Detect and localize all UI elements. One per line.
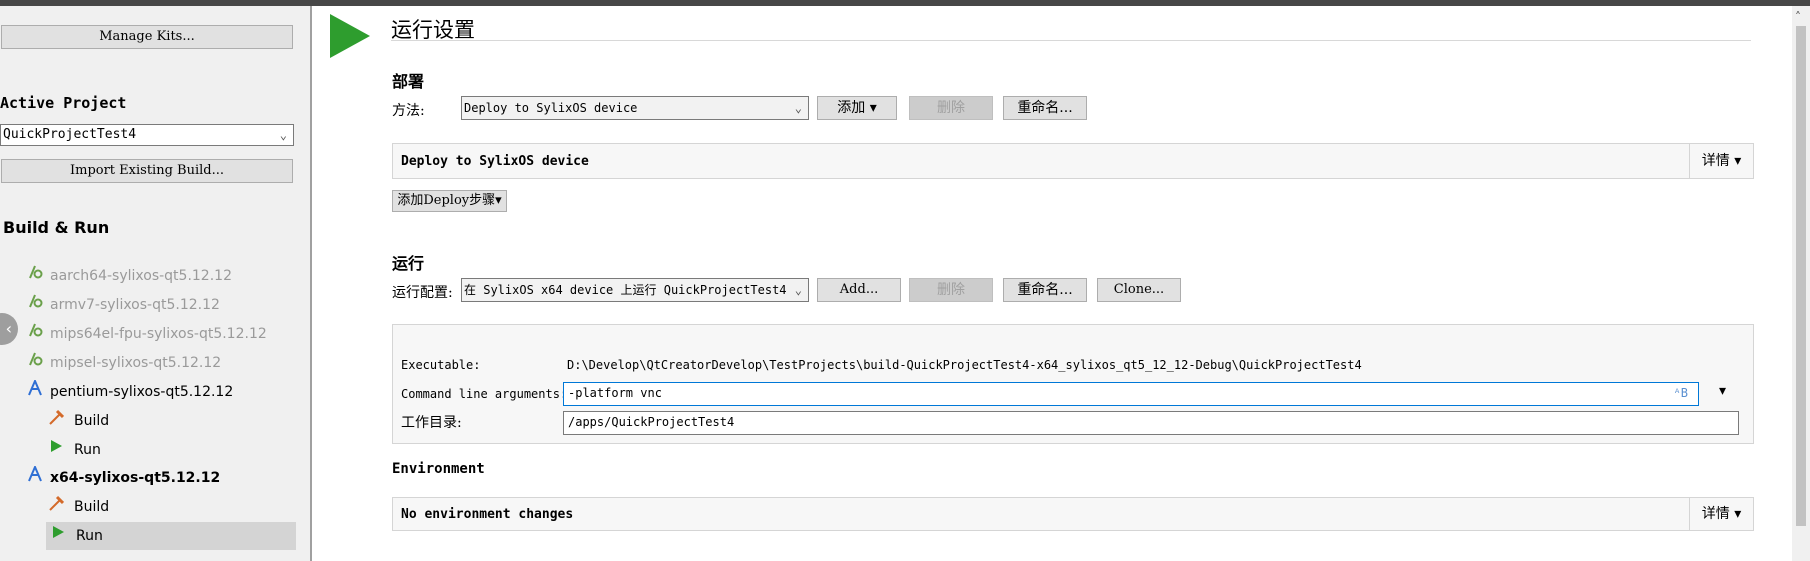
run-config-panel: Executable: D:\Develop\QtCreatorDevelop\… — [392, 324, 1754, 444]
x64-build-item[interactable]: Build — [48, 493, 109, 521]
kit-mips64el[interactable]: mips64el-fpu-sylixos-qt5.12.12 — [26, 322, 267, 346]
kit-aarch64[interactable]: aarch64-sylixos-qt5.12.12 — [26, 264, 232, 288]
environment-summary: No environment changes — [401, 507, 574, 522]
details-label: 详情 — [1701, 153, 1730, 169]
hammer-icon — [48, 407, 65, 435]
run-config-value: 在 SylixOS x64 device 上运行 QuickProjectTes… — [464, 283, 787, 297]
executable-value: D:\Develop\QtCreatorDevelop\TestProjects… — [567, 358, 1362, 372]
variable-insert-icon[interactable]: ᴬB — [1674, 383, 1688, 403]
run-label: Run — [76, 528, 103, 544]
chevron-down-icon: ⌄ — [794, 283, 802, 297]
deploy-rename-button[interactable]: 重命名... — [1003, 96, 1087, 120]
deploy-method-label: 方法: — [392, 103, 425, 119]
environment-panel: No environment changes 详情 ▾ — [392, 497, 1754, 531]
dropdown-arrow-icon: ▾ — [1734, 506, 1742, 522]
deploy-details-button[interactable]: 详情 ▾ — [1689, 144, 1753, 178]
run-config-select[interactable]: 在 SylixOS x64 device 上运行 QuickProjectTes… — [461, 278, 809, 302]
scroll-up-icon[interactable]: ˄ — [1795, 10, 1801, 24]
args-value: -platform vnc — [568, 386, 662, 400]
environment-details-button[interactable]: 详情 ▾ — [1689, 498, 1753, 530]
run-clone-button[interactable]: Clone... — [1097, 278, 1181, 302]
executable-label: Executable: — [401, 358, 481, 372]
add-step-label: 添加Deploy步骤 — [397, 193, 496, 208]
build-label: Build — [74, 499, 110, 515]
run-config-label: 运行配置: — [392, 285, 453, 301]
run-label: Run — [74, 442, 101, 458]
vertical-scrollbar[interactable]: ˄ — [1792, 6, 1810, 561]
kit-active-icon — [26, 378, 44, 404]
run-icon — [50, 522, 66, 550]
run-icon — [48, 436, 64, 464]
kit-x64[interactable]: x64-sylixos-qt5.12.12 — [26, 464, 221, 490]
chevron-left-icon: ‹ — [5, 319, 12, 338]
add-deploy-step-button[interactable]: 添加Deploy步骤▾ — [392, 190, 507, 212]
args-dropdown-icon[interactable]: ▾ — [1719, 383, 1726, 399]
kit-label: mips64el-fpu-sylixos-qt5.12.12 — [50, 326, 267, 342]
args-label: Command line arguments: — [401, 387, 568, 401]
collapse-sidebar-button[interactable]: ‹ — [0, 313, 18, 345]
kit-icon — [26, 351, 44, 375]
deploy-section-title: 部署 — [392, 72, 425, 91]
workdir-input[interactable]: /apps/QuickProjectTest4 — [563, 411, 1739, 435]
add-label: 添加 — [837, 100, 866, 116]
chevron-down-icon: ⌄ — [279, 128, 287, 142]
hammer-icon — [48, 493, 65, 521]
kit-label: pentium-sylixos-qt5.12.12 — [50, 384, 234, 400]
kit-label: armv7-sylixos-qt5.12.12 — [50, 297, 220, 313]
pentium-build-item[interactable]: Build — [48, 407, 109, 435]
deploy-remove-button[interactable]: 删除 — [909, 96, 993, 120]
environment-section-title: Environment — [392, 461, 485, 477]
kit-active-icon — [26, 464, 44, 490]
workdir-label: 工作目录: — [401, 415, 462, 431]
kit-label: aarch64-sylixos-qt5.12.12 — [50, 268, 232, 284]
dropdown-arrow-icon: ▾ — [1734, 153, 1742, 169]
dropdown-arrow-icon: ▾ — [869, 100, 877, 116]
run-section-title: 运行 — [392, 254, 425, 273]
active-project-value: QuickProjectTest4 — [3, 127, 137, 142]
deploy-method-value: Deploy to SylixOS device — [464, 101, 638, 115]
dropdown-arrow-icon: ▾ — [495, 193, 502, 208]
kit-label: mipsel-sylixos-qt5.12.12 — [50, 355, 222, 371]
title-divider — [391, 40, 1751, 41]
kit-label: x64-sylixos-qt5.12.12 — [50, 470, 221, 486]
run-remove-button[interactable]: 删除 — [909, 278, 993, 302]
scrollbar-thumb[interactable] — [1796, 26, 1806, 526]
deploy-step-title: Deploy to SylixOS device — [401, 154, 589, 169]
details-label: 详情 — [1701, 506, 1730, 522]
kit-mipsel[interactable]: mipsel-sylixos-qt5.12.12 — [26, 351, 221, 375]
import-existing-build-button[interactable]: Import Existing Build... — [1, 159, 293, 183]
chevron-down-icon: ⌄ — [794, 101, 802, 115]
build-run-title: Build & Run — [3, 218, 110, 237]
active-project-label: Active Project — [0, 94, 127, 112]
run-rename-button[interactable]: 重命名... — [1003, 278, 1087, 302]
kit-pentium[interactable]: pentium-sylixos-qt5.12.12 — [26, 378, 234, 404]
sidebar: Manage Kits... Active Project QuickProje… — [0, 6, 312, 561]
kit-armv7[interactable]: armv7-sylixos-qt5.12.12 — [26, 293, 220, 317]
args-input[interactable]: -platform vnc ᴬB — [563, 382, 1699, 406]
deploy-method-select[interactable]: Deploy to SylixOS device ⌄ — [461, 96, 809, 120]
active-project-select[interactable]: QuickProjectTest4 ⌄ — [0, 124, 294, 146]
deploy-step-panel: Deploy to SylixOS device 详情 ▾ — [392, 143, 1754, 179]
run-arrow-icon — [330, 14, 370, 58]
kit-icon — [26, 264, 44, 288]
kit-icon — [26, 293, 44, 317]
run-settings-page: 运行设置 部署 方法: Deploy to SylixOS device ⌄ 添… — [312, 6, 1792, 561]
run-add-button[interactable]: Add... — [817, 278, 901, 302]
pentium-run-item[interactable]: Run — [48, 436, 101, 464]
build-label: Build — [74, 413, 110, 429]
deploy-add-button[interactable]: 添加 ▾ — [817, 96, 897, 120]
manage-kits-button[interactable]: Manage Kits... — [1, 25, 293, 49]
kit-icon — [26, 322, 44, 346]
x64-run-item[interactable]: Run — [46, 522, 296, 550]
workdir-value: /apps/QuickProjectTest4 — [568, 415, 735, 429]
